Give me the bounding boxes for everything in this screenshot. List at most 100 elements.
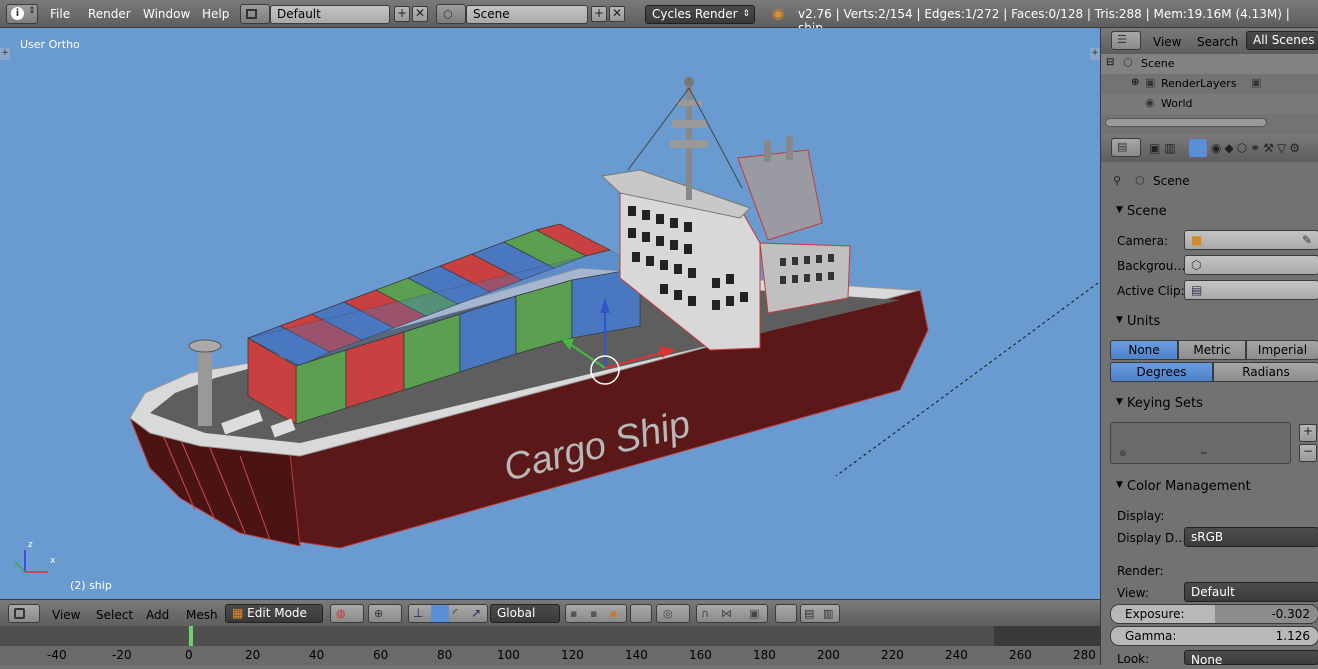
- limit-selection-button[interactable]: [630, 604, 652, 623]
- view-transform-dropdown[interactable]: Default: [1184, 582, 1318, 602]
- scene-browse-button[interactable]: ⬡: [436, 4, 466, 24]
- list-grip-icon[interactable]: ═: [1201, 449, 1206, 459]
- menu-view[interactable]: View: [52, 608, 80, 622]
- editor-type-properties-button[interactable]: ▤: [1111, 138, 1141, 157]
- panel-title: Color Management: [1127, 479, 1251, 494]
- tick-label: 280: [1073, 648, 1096, 662]
- outliner-scrollbar[interactable]: [1105, 118, 1267, 127]
- menu-help[interactable]: Help: [202, 7, 229, 21]
- info-header: i ⇕ File Render Window Help Default + ✕ …: [0, 0, 1318, 35]
- render-buttons[interactable]: ▤ ▥: [800, 604, 840, 623]
- layers-button[interactable]: [775, 604, 797, 623]
- editor-type-3d-button[interactable]: [8, 604, 40, 623]
- proportional-edit-button[interactable]: ◎: [656, 604, 690, 623]
- pin-icon[interactable]: ⚲: [1113, 174, 1121, 187]
- eyedropper-icon[interactable]: ✎: [1302, 231, 1312, 249]
- outliner-row-world[interactable]: ◉ World: [1101, 94, 1318, 114]
- snap-buttons[interactable]: ∩ ⋈ ▣: [696, 604, 768, 623]
- outliner-row-renderlayers[interactable]: ⊕ ▣ RenderLayers ▣: [1101, 74, 1318, 94]
- outliner-menu-search[interactable]: Search: [1197, 35, 1238, 49]
- tick-label: 120: [561, 648, 584, 662]
- keying-sets-list[interactable]: ⊕ ═: [1110, 422, 1291, 464]
- gamma-slider[interactable]: Gamma: 1.126: [1110, 626, 1318, 646]
- screen-layout-button[interactable]: [240, 4, 270, 24]
- magnet-icon[interactable]: ∩: [701, 607, 709, 620]
- remove-scene-icon[interactable]: ✕: [609, 6, 625, 22]
- menu-file[interactable]: File: [50, 7, 70, 21]
- menu-render[interactable]: Render: [88, 7, 131, 21]
- current-frame-marker[interactable]: [189, 626, 193, 646]
- world-object-tabs-icons[interactable]: ◉◆⬡⚭⚒▽⚙: [1211, 141, 1303, 155]
- translate-icon[interactable]: [431, 605, 449, 622]
- exposure-slider[interactable]: Exposure: -0.302: [1110, 604, 1318, 624]
- unit-metric-button[interactable]: Metric: [1178, 340, 1246, 360]
- unit-none-button[interactable]: None: [1110, 340, 1178, 360]
- color-management-panel-header[interactable]: ▼ Color Management: [1101, 475, 1318, 497]
- active-clip-field[interactable]: ▤: [1184, 280, 1318, 300]
- render-image-icon[interactable]: ▤: [804, 607, 814, 620]
- remove-keying-set-icon[interactable]: −: [1299, 444, 1317, 462]
- look-dropdown[interactable]: None: [1184, 650, 1318, 667]
- 3d-viewport[interactable]: User Ortho + + Cargo Ship x z (2) ship: [0, 28, 1100, 599]
- scale-icon[interactable]: ↗: [471, 606, 481, 620]
- collapse-icon[interactable]: ⊟: [1106, 57, 1114, 68]
- manipulator-buttons[interactable]: ⊥ ◜ ↗: [408, 604, 488, 623]
- select-mode-buttons[interactable]: ▪ ▪ ▪: [565, 604, 627, 623]
- proportional-icon: ◎: [663, 607, 673, 620]
- camera-field[interactable]: ■ ✎: [1184, 230, 1318, 250]
- display-device-dropdown[interactable]: sRGB: [1184, 527, 1318, 547]
- menu-select[interactable]: Select: [96, 608, 133, 622]
- editor-type-info-button[interactable]: i ⇕: [6, 4, 38, 24]
- outliner: ☰ View Search All Scenes ⊟ ⬡ Scene ⊕ ▣ R…: [1100, 28, 1318, 134]
- menu-add[interactable]: Add: [146, 608, 169, 622]
- screen-layout-field[interactable]: Default: [270, 5, 390, 24]
- render-engine-dropdown[interactable]: Cycles Render ⇕: [645, 5, 755, 24]
- keying-sets-panel-header[interactable]: ▼ Keying Sets: [1101, 392, 1318, 414]
- add-screen-icon[interactable]: +: [394, 6, 410, 22]
- context-tabs-icons[interactable]: ▣▥: [1149, 141, 1180, 155]
- edge-select-icon[interactable]: ▪: [590, 607, 597, 620]
- scene-field[interactable]: Scene: [466, 5, 588, 24]
- degrees-button[interactable]: Degrees: [1110, 362, 1213, 382]
- tick-label: 0: [185, 648, 193, 662]
- timeline[interactable]: -40 -20 0 20 40 60 80 100 120 140 160 18…: [0, 626, 1100, 665]
- expand-icon[interactable]: ⊕: [1131, 77, 1139, 88]
- scene-icon: ⬡: [1123, 56, 1133, 69]
- renderlayer-toggle-icon[interactable]: ▣: [1251, 76, 1261, 89]
- render-anim-icon[interactable]: ▥: [823, 607, 833, 620]
- manipulator-icon: ⊥: [413, 606, 424, 620]
- display-device-label: Display D…: [1117, 531, 1187, 545]
- menu-mesh[interactable]: Mesh: [186, 608, 218, 622]
- context-scene-icon: ⬡: [1135, 174, 1145, 187]
- orientation-label: Global: [497, 606, 536, 620]
- properties-header: ▤ ▣▥ ◉◆⬡⚭⚒▽⚙: [1101, 134, 1318, 162]
- units-panel-header[interactable]: ▼ Units: [1101, 310, 1318, 332]
- scene-tab-icon[interactable]: [1189, 139, 1207, 157]
- orientation-dropdown[interactable]: Global: [490, 604, 560, 623]
- vertex-select-icon[interactable]: ▪: [570, 607, 577, 620]
- snap-target-icon[interactable]: ▣: [749, 607, 759, 620]
- outliner-menu-view[interactable]: View: [1153, 35, 1181, 49]
- pivot-button[interactable]: ⊕: [368, 604, 402, 623]
- unit-imperial-button[interactable]: Imperial: [1246, 340, 1318, 360]
- remove-screen-icon[interactable]: ✕: [412, 6, 428, 22]
- mode-dropdown[interactable]: ▦ Edit Mode: [225, 604, 323, 623]
- outliner-icon: ☰: [1117, 33, 1127, 46]
- menu-window[interactable]: Window: [143, 7, 190, 21]
- editor-type-outliner-button[interactable]: ☰: [1111, 31, 1141, 50]
- outliner-row-scene[interactable]: ⊟ ⬡ Scene: [1101, 54, 1318, 74]
- list-resize-icon[interactable]: ⊕: [1119, 449, 1127, 459]
- face-select-icon[interactable]: ▪: [610, 607, 617, 620]
- context-label: Scene: [1153, 174, 1190, 188]
- outliner-filter-dropdown[interactable]: All Scenes: [1246, 31, 1318, 50]
- render-label: Render:: [1117, 564, 1164, 578]
- add-keying-set-icon[interactable]: +: [1299, 424, 1317, 442]
- shading-button[interactable]: ◍: [330, 604, 364, 623]
- background-field[interactable]: ⬡: [1184, 255, 1318, 275]
- rotate-icon[interactable]: ◜: [453, 606, 458, 620]
- snap-element-icon[interactable]: ⋈: [721, 607, 732, 620]
- tick-label: 180: [753, 648, 776, 662]
- radians-button[interactable]: Radians: [1213, 362, 1318, 382]
- add-scene-icon[interactable]: +: [591, 6, 607, 22]
- scene-panel-header[interactable]: ▼ Scene: [1101, 200, 1318, 222]
